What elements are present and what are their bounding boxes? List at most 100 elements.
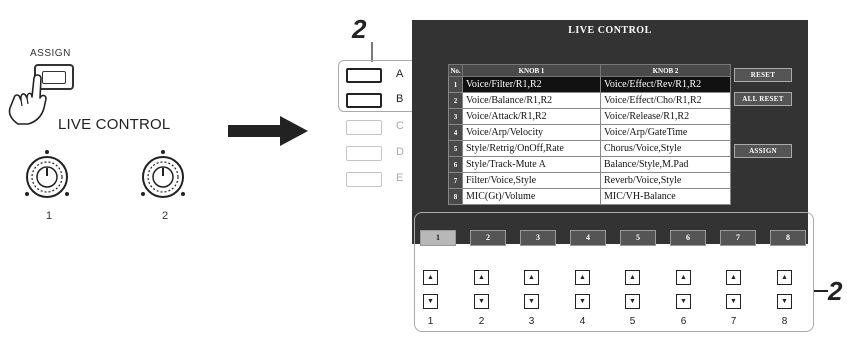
down-button-8[interactable]: ▼: [777, 294, 792, 309]
knob-tab-7[interactable]: 7: [720, 230, 756, 246]
live-control-screen: LIVE CONTROL No. KNOB 1 KNOB 2 1 Voice/Fi…: [412, 20, 808, 244]
button-number-4: 4: [579, 316, 586, 327]
knob2-assignment[interactable]: Chorus/Voice,Style: [600, 140, 731, 157]
bank-e[interactable]: E: [346, 172, 410, 188]
down-button-4[interactable]: ▼: [575, 294, 590, 309]
knob1-assignment[interactable]: Filter/Voice,Style: [462, 172, 601, 189]
down-button-6[interactable]: ▼: [676, 294, 691, 309]
reset-button[interactable]: RESET: [734, 68, 792, 82]
screen-assign-button[interactable]: ASSIGN: [734, 144, 792, 158]
screen-title: LIVE CONTROL: [568, 25, 652, 36]
bank-d[interactable]: D: [346, 146, 410, 162]
bank-a-button[interactable]: [346, 68, 382, 83]
knob1-assignment[interactable]: Voice/Filter/R1,R2: [462, 76, 601, 93]
button-number-3: 3: [528, 316, 535, 327]
knob-tab-row: 12345678: [420, 230, 806, 246]
header-knob2: KNOB 2: [600, 64, 731, 77]
button-number-8: 8: [781, 316, 788, 327]
knob1-assignment[interactable]: Voice/Arp/Velocity: [462, 124, 601, 141]
down-button-7[interactable]: ▼: [726, 294, 741, 309]
live-control-label: LIVE CONTROL: [58, 116, 171, 133]
header-no: No.: [448, 64, 463, 77]
table-row[interactable]: 6 Style/Track-Mute A Balance/Style,M.Pad: [448, 156, 731, 173]
knob-tab-5[interactable]: 5: [620, 230, 656, 246]
button-number-6: 6: [680, 316, 687, 327]
row-number: 8: [448, 188, 463, 205]
bank-a-label: A: [396, 68, 404, 80]
knob2-assignment[interactable]: Voice/Effect/Rev/R1,R2: [600, 76, 731, 93]
bank-c-label: C: [396, 120, 404, 132]
knob-tab-1[interactable]: 1: [420, 230, 456, 246]
down-button-5[interactable]: ▼: [625, 294, 640, 309]
step-number-top: 2: [352, 14, 367, 44]
knob-1-number: 1: [46, 210, 53, 222]
up-button-1[interactable]: ▲: [423, 270, 438, 285]
table-row[interactable]: 8 MIC(Gt)/Volume MIC/VH-Balance: [448, 188, 731, 205]
up-button-8[interactable]: ▲: [777, 270, 792, 285]
knob-1[interactable]: [18, 144, 76, 206]
table-row[interactable]: 4 Voice/Arp/Velocity Voice/Arp/GateTime: [448, 124, 731, 141]
bank-d-label: D: [396, 146, 404, 158]
knob-assignment-table: No. KNOB 1 KNOB 2 1 Voice/Filter/R1,R2 Voi…: [448, 64, 731, 205]
bank-a[interactable]: A: [346, 68, 410, 84]
knob2-assignment[interactable]: Reverb/Voice,Style: [600, 172, 731, 189]
bank-b[interactable]: B: [346, 93, 410, 109]
step-leader-line: [371, 42, 373, 62]
knob-tab-6[interactable]: 6: [670, 230, 706, 246]
row-number: 4: [448, 124, 463, 141]
knob-2-number: 2: [162, 210, 169, 222]
knob1-assignment[interactable]: Voice/Attack/R1,R2: [462, 108, 601, 125]
step-leader-line-right: [814, 290, 828, 292]
up-button-2[interactable]: ▲: [474, 270, 489, 285]
arrow-right-icon: [228, 116, 308, 146]
button-number-2: 2: [478, 316, 485, 327]
row-number: 5: [448, 140, 463, 157]
bank-c[interactable]: C: [346, 120, 410, 136]
knob1-assignment[interactable]: Style/Retrig/OnOff,Rate: [462, 140, 601, 157]
knob1-assignment[interactable]: Voice/Balance/R1,R2: [462, 92, 601, 109]
knob-tab-4[interactable]: 4: [570, 230, 606, 246]
knob-tab-8[interactable]: 8: [770, 230, 806, 246]
row-number: 1: [448, 76, 463, 93]
table-row[interactable]: 2 Voice/Balance/R1,R2 Voice/Effect/Cho/R1,…: [448, 92, 731, 109]
assign-label: ASSIGN: [30, 48, 71, 59]
pressing-hand-icon: [8, 74, 47, 125]
table-row[interactable]: 5 Style/Retrig/OnOff,Rate Chorus/Voice,Sty…: [448, 140, 731, 157]
button-number-1: 1: [427, 316, 434, 327]
row-number: 3: [448, 108, 463, 125]
table-row[interactable]: 1 Voice/Filter/R1,R2 Voice/Effect/Rev/R1,R…: [448, 76, 731, 93]
bank-d-button[interactable]: [346, 146, 382, 161]
button-number-7: 7: [730, 316, 737, 327]
knob-tab-2[interactable]: 2: [470, 230, 506, 246]
up-button-6[interactable]: ▲: [676, 270, 691, 285]
bank-e-label: E: [396, 172, 404, 184]
bank-e-button[interactable]: [346, 172, 382, 187]
down-button-2[interactable]: ▼: [474, 294, 489, 309]
knob-tab-3[interactable]: 3: [520, 230, 556, 246]
row-number: 7: [448, 172, 463, 189]
up-button-5[interactable]: ▲: [625, 270, 640, 285]
knob2-assignment[interactable]: Voice/Effect/Cho/R1,R2: [600, 92, 731, 109]
up-button-4[interactable]: ▲: [575, 270, 590, 285]
header-knob1: KNOB 1: [462, 64, 601, 77]
row-number: 2: [448, 92, 463, 109]
knob2-assignment[interactable]: Voice/Release/R1,R2: [600, 108, 731, 125]
knob2-assignment[interactable]: Balance/Style,M.Pad: [600, 156, 731, 173]
down-button-3[interactable]: ▼: [524, 294, 539, 309]
down-button-1[interactable]: ▼: [423, 294, 438, 309]
up-button-3[interactable]: ▲: [524, 270, 539, 285]
knob1-assignment[interactable]: MIC(Gt)/Volume: [462, 188, 601, 205]
knob2-assignment[interactable]: MIC/VH-Balance: [600, 188, 731, 205]
bank-b-label: B: [396, 93, 404, 105]
step-number-right: 2: [828, 276, 843, 306]
knob-2[interactable]: [134, 144, 192, 206]
up-button-7[interactable]: ▲: [726, 270, 741, 285]
all-reset-button[interactable]: ALL RESET: [734, 92, 792, 106]
knob2-assignment[interactable]: Voice/Arp/GateTime: [600, 124, 731, 141]
bank-b-button[interactable]: [346, 93, 382, 108]
table-row[interactable]: 7 Filter/Voice,Style Reverb/Voice,Style: [448, 172, 731, 189]
knob1-assignment[interactable]: Style/Track-Mute A: [462, 156, 601, 173]
bank-c-button[interactable]: [346, 120, 382, 135]
table-row[interactable]: 3 Voice/Attack/R1,R2 Voice/Release/R1,R2: [448, 108, 731, 125]
row-number: 6: [448, 156, 463, 173]
